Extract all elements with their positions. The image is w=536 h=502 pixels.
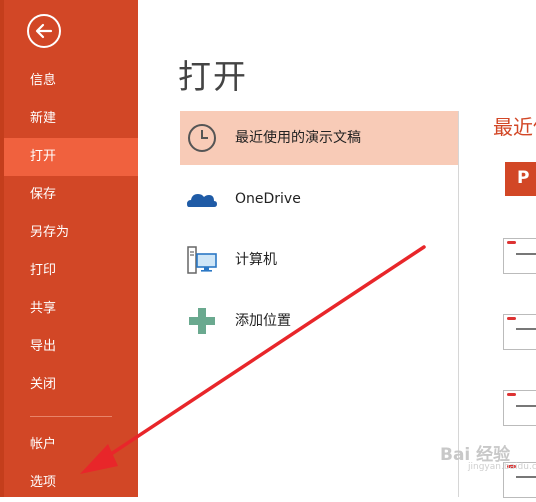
sidebar-item-export[interactable]: 导出: [4, 328, 138, 366]
sidebar-item-label: 共享: [30, 301, 57, 316]
sidebar-item-close[interactable]: 关闭: [4, 366, 138, 404]
sidebar-item-label: 打印: [30, 263, 57, 278]
sidebar-item-save-as[interactable]: 另存为: [4, 214, 138, 252]
sidebar-item-info[interactable]: 信息: [4, 62, 138, 100]
sidebar-item-open[interactable]: 打开: [4, 138, 138, 176]
cloud-icon: [187, 194, 217, 207]
back-button[interactable]: [27, 14, 61, 48]
thumbnail-logo: [507, 393, 516, 396]
recent-file-thumbnail[interactable]: [503, 314, 536, 350]
powerpoint-letter: P: [517, 168, 530, 188]
computer-icon: [187, 246, 217, 274]
recent-file-thumbnail[interactable]: [503, 238, 536, 274]
thumbnail-logo: [507, 317, 516, 320]
place-label: 计算机: [235, 252, 277, 268]
backstage-sidebar: 信息 新建 打开 保存 另存为 打印 共享 导出 关闭 帐户 选项: [0, 0, 138, 497]
watermark-url: jingyan.baidu.com: [468, 462, 536, 472]
sidebar-item-new[interactable]: 新建: [4, 100, 138, 138]
thumbnail-text: [516, 328, 536, 330]
back-arrow-icon: [35, 23, 53, 39]
place-label: 最近使用的演示文稿: [235, 130, 361, 146]
clock-icon: [188, 124, 216, 152]
sidebar-item-label: 帐户: [30, 437, 57, 452]
recent-title: 最近使: [493, 115, 536, 139]
sidebar-item-label: 导出: [30, 339, 57, 354]
sidebar-item-options[interactable]: 选项: [4, 464, 138, 502]
page-title: 打开: [178, 57, 248, 96]
thumbnail-text: [516, 476, 536, 478]
powerpoint-icon: P: [505, 162, 536, 196]
sidebar-item-share[interactable]: 共享: [4, 290, 138, 328]
place-label: 添加位置: [235, 313, 291, 329]
thumbnail-text: [516, 405, 536, 407]
sidebar-item-label: 选项: [30, 475, 57, 490]
recent-file-thumbnail[interactable]: [503, 390, 536, 426]
sidebar-divider: [30, 416, 112, 417]
sidebar-item-label: 保存: [30, 187, 57, 202]
place-add-location[interactable]: 添加位置: [180, 294, 458, 348]
sidebar-item-save[interactable]: 保存: [4, 176, 138, 214]
sidebar-item-label: 关闭: [30, 377, 57, 392]
sidebar-item-label: 打开: [30, 149, 57, 164]
place-label: OneDrive: [235, 191, 301, 207]
sidebar-item-label: 信息: [30, 73, 57, 88]
sidebar-item-account[interactable]: 帐户: [4, 426, 138, 464]
thumbnail-logo: [507, 241, 516, 244]
sidebar-item-label: 新建: [30, 111, 57, 126]
place-recent[interactable]: 最近使用的演示文稿: [180, 111, 458, 165]
sidebar-item-label: 另存为: [30, 225, 70, 240]
place-computer[interactable]: 计算机: [180, 233, 458, 287]
thumbnail-text: [516, 253, 536, 255]
plus-icon: [189, 308, 215, 334]
place-onedrive[interactable]: OneDrive: [180, 172, 458, 226]
sidebar-item-print[interactable]: 打印: [4, 252, 138, 290]
places-list: 最近使用的演示文稿 OneDrive 计算机 添加位置: [180, 111, 459, 497]
